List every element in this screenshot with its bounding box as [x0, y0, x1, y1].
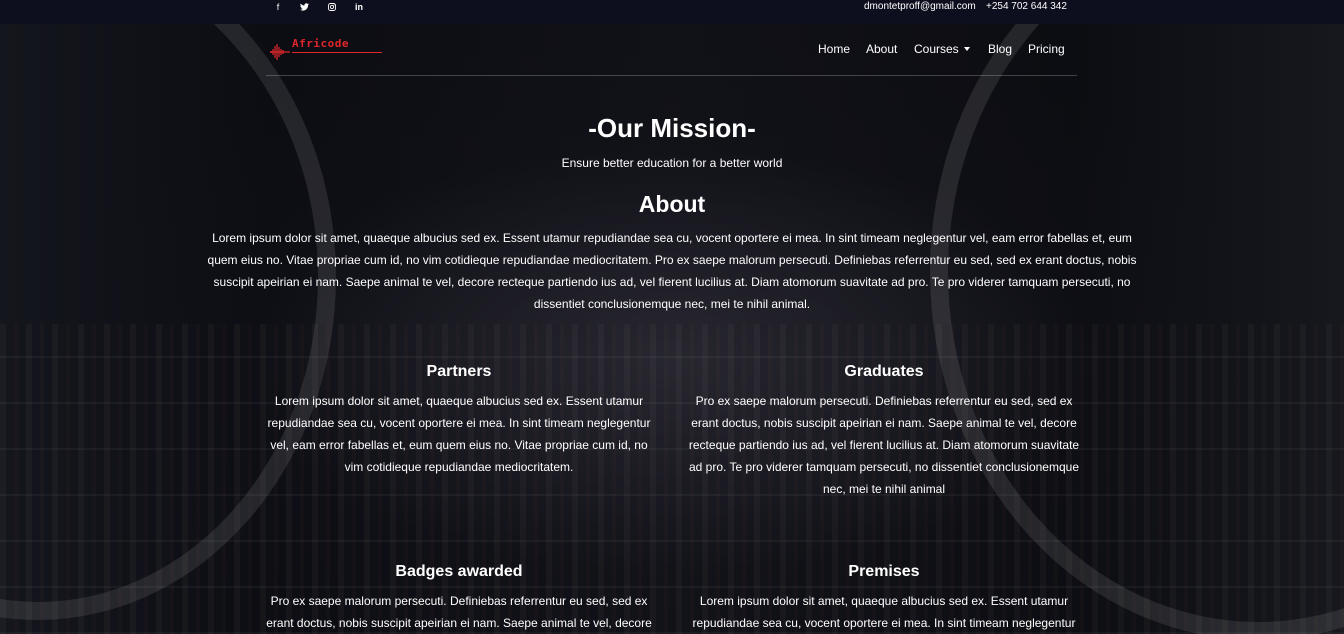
card-body: Lorem ipsum dolor sit amet, quaeque albu…: [692, 594, 1076, 630]
card-title: Badges awarded: [395, 563, 523, 580]
top-bar: [0, 0, 1344, 24]
facebook-icon[interactable]: f: [271, 0, 285, 14]
card-title: Graduates: [844, 363, 924, 380]
brand-name: Africode: [292, 37, 349, 50]
brand-underline: [292, 52, 382, 53]
card-premises: Premises Lorem ipsum dolor sit amet, qua…: [688, 562, 1080, 634]
contact-phone[interactable]: +254 702 644 342: [986, 0, 1067, 13]
about-paragraph: Lorem ipsum dolor sit amet, quaeque albu…: [207, 231, 1137, 311]
soundwave-icon: [270, 44, 290, 60]
chevron-down-icon: [963, 47, 970, 51]
card-body: Pro ex saepe malorum persecuti. Definieb…: [266, 594, 652, 630]
mission-title: -Our Mission-: [588, 113, 756, 143]
card-body: Lorem ipsum dolor sit amet, quaeque albu…: [267, 394, 651, 474]
card-badges-awarded: Badges awarded Pro ex saepe malorum pers…: [263, 562, 655, 634]
brand-logo[interactable]: Africode: [270, 35, 384, 61]
card-partners: Partners Lorem ipsum dolor sit amet, qua…: [263, 362, 655, 478]
nav-pricing[interactable]: Pricing: [1028, 42, 1065, 56]
nav-about[interactable]: About: [866, 42, 897, 56]
nav-courses-label: Courses: [914, 42, 959, 56]
background-bookshelves: [0, 324, 1344, 634]
nav-courses[interactable]: Courses: [914, 42, 970, 56]
contact-email[interactable]: dmontetproff@gmail.com: [864, 0, 976, 13]
card-graduates: Graduates Pro ex saepe malorum persecuti…: [688, 362, 1080, 500]
linkedin-icon[interactable]: in: [352, 0, 366, 14]
twitter-icon[interactable]: [297, 0, 311, 14]
nav-home[interactable]: Home: [818, 42, 850, 56]
instagram-icon[interactable]: [325, 0, 339, 14]
about-title: About: [638, 191, 706, 217]
card-title: Premises: [848, 563, 920, 580]
nav-blog[interactable]: Blog: [988, 42, 1012, 56]
card-body: Pro ex saepe malorum persecuti. Definieb…: [688, 394, 1080, 496]
mission-subtitle: Ensure better education for a better wor…: [561, 156, 783, 170]
card-title: Partners: [426, 363, 492, 380]
